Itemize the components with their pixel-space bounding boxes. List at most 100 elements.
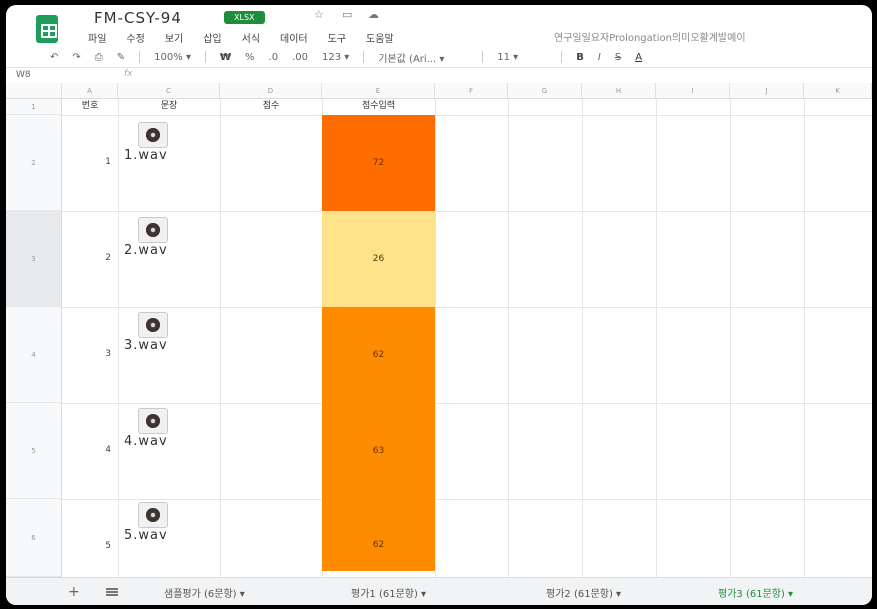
- toolbar-divider: [139, 51, 141, 63]
- sheet-list-icon[interactable]: [106, 588, 118, 596]
- gridline: [62, 211, 872, 212]
- row-header-6[interactable]: 6: [6, 499, 62, 577]
- number-cell[interactable]: 2: [62, 253, 114, 263]
- column-header-j[interactable]: J: [730, 83, 804, 99]
- audio-file-icon[interactable]: [138, 408, 168, 434]
- font-size-label: 11: [497, 51, 510, 63]
- row-header-3[interactable]: 3: [6, 211, 62, 307]
- column-header-d[interactable]: D: [220, 83, 322, 99]
- spreadsheet-window: FM-CSY-94 XLSX ☆ ▭ ☁ 파일 수정 보기 삽입 서식 데이터 …: [6, 5, 872, 605]
- score-cell[interactable]: 26: [322, 211, 435, 307]
- formula-fx-icon: fx: [124, 69, 133, 79]
- toolbar: ↶ ↷ ⎙ ✎ 100% ▾ ₩ % .0 .00 123 ▾ 기본값 (Ari…: [50, 47, 872, 67]
- toolbar-divider: [204, 51, 206, 63]
- row-header-2[interactable]: 2: [6, 115, 62, 211]
- select-all-corner[interactable]: [6, 83, 62, 99]
- header-cell-score[interactable]: 점수: [220, 99, 322, 115]
- audio-file-label[interactable]: 4.wav: [124, 434, 168, 449]
- audio-file-icon[interactable]: [138, 217, 168, 243]
- gridline: [435, 99, 436, 577]
- text-color-button[interactable]: A: [635, 52, 642, 63]
- number-cell[interactable]: 5: [62, 541, 114, 551]
- number-cell[interactable]: 3: [62, 349, 114, 359]
- header-cell-sentence[interactable]: 문장: [118, 99, 220, 115]
- move-icon[interactable]: ▭: [342, 8, 352, 21]
- zoom-select[interactable]: 100% ▾: [154, 52, 191, 63]
- number-format-select[interactable]: 123 ▾: [322, 52, 349, 63]
- add-sheet-icon[interactable]: +: [68, 584, 80, 600]
- gridline: [220, 99, 221, 577]
- audio-file-icon[interactable]: [138, 122, 168, 148]
- header-cell-score-input[interactable]: 점수입력: [322, 99, 435, 115]
- column-header-f[interactable]: F: [435, 83, 508, 99]
- paint-format-icon[interactable]: ✎: [117, 52, 125, 63]
- row-header-4[interactable]: 4: [6, 307, 62, 403]
- file-format-badge: XLSX: [224, 11, 265, 24]
- column-header-a[interactable]: A: [62, 83, 118, 99]
- column-header-g[interactable]: G: [508, 83, 582, 99]
- print-icon[interactable]: ⎙: [95, 52, 103, 63]
- gridline: [730, 99, 731, 577]
- cell-reference-box[interactable]: W8: [16, 70, 31, 80]
- menu-data[interactable]: 데이터: [280, 30, 308, 45]
- menu-view[interactable]: 보기: [165, 30, 183, 45]
- gridline: [62, 403, 872, 404]
- sheets-logo-icon[interactable]: [36, 15, 58, 43]
- toolbar-divider: [561, 51, 563, 63]
- menu-help[interactable]: 도움말: [366, 30, 394, 45]
- decrease-decimal-button[interactable]: .0: [269, 52, 279, 63]
- column-header-i[interactable]: I: [656, 83, 730, 99]
- strikethrough-button[interactable]: S: [615, 52, 621, 63]
- currency-format-button[interactable]: ₩: [220, 52, 231, 63]
- column-header-k[interactable]: K: [804, 83, 872, 99]
- italic-button[interactable]: I: [598, 52, 601, 63]
- menu-insert[interactable]: 삽입: [203, 30, 221, 45]
- sheet-tab-eval2[interactable]: 평가2 (61문항) ▾: [546, 585, 621, 600]
- last-edit-info[interactable]: 연구일일요자Prolongation의미오활계발예이: [554, 29, 870, 44]
- menu-tools[interactable]: 도구: [328, 30, 346, 45]
- audio-file-label[interactable]: 3.wav: [124, 338, 168, 353]
- gridline: [62, 115, 872, 116]
- font-select[interactable]: 기본값 (Ari... ▾: [378, 50, 468, 65]
- audio-file-icon[interactable]: [138, 502, 168, 528]
- sheet-tab-label: 평가2 (61문항): [546, 589, 613, 600]
- score-cell[interactable]: 72: [322, 115, 435, 211]
- sheet-tab-label: 평가1 (61문항): [351, 589, 418, 600]
- sheet-tab-eval3[interactable]: 평가3 (61문항) ▾: [718, 585, 793, 600]
- score-cell[interactable]: 63: [322, 403, 435, 499]
- sheet-tab-sample[interactable]: 샘플평가 (6문항) ▾: [164, 585, 245, 600]
- document-title[interactable]: FM-CSY-94: [94, 9, 182, 27]
- percent-format-button[interactable]: %: [245, 52, 255, 63]
- sheet-tab-bar: + 샘플평가 (6문항) ▾ 평가1 (61문항) ▾ 평가2 (61문항) ▾…: [6, 577, 872, 605]
- audio-file-label[interactable]: 5.wav: [124, 528, 168, 543]
- score-cell[interactable]: 62: [322, 499, 435, 571]
- number-cell[interactable]: 1: [62, 157, 114, 167]
- row-header-1[interactable]: 1: [6, 99, 62, 115]
- column-header-e[interactable]: E: [322, 83, 435, 99]
- audio-file-label[interactable]: 1.wav: [124, 148, 168, 163]
- font-label: 기본값 (Ari...: [378, 53, 437, 65]
- header-cell-number[interactable]: 번호: [62, 99, 118, 115]
- font-size-select[interactable]: 11 ▾: [497, 52, 547, 63]
- audio-file-label[interactable]: 2.wav: [124, 243, 168, 258]
- gridline: [656, 99, 657, 577]
- row-header-5[interactable]: 5: [6, 403, 62, 499]
- menu-format[interactable]: 서식: [242, 30, 260, 45]
- bold-button[interactable]: B: [576, 52, 584, 63]
- score-cell[interactable]: 62: [322, 307, 435, 403]
- increase-decimal-button[interactable]: .00: [292, 52, 308, 63]
- column-header-c[interactable]: C: [118, 83, 220, 99]
- undo-icon[interactable]: ↶: [50, 52, 58, 63]
- menu-file[interactable]: 파일: [88, 30, 106, 45]
- gridline: [62, 307, 872, 308]
- audio-file-icon[interactable]: [138, 312, 168, 338]
- sheet-tab-eval1[interactable]: 평가1 (61문항) ▾: [351, 585, 426, 600]
- column-header-h[interactable]: H: [582, 83, 656, 99]
- number-cell[interactable]: 4: [62, 445, 114, 455]
- star-icon[interactable]: ☆: [314, 8, 324, 21]
- menu-bar: 파일 수정 보기 삽입 서식 데이터 도구 도움말: [88, 30, 394, 45]
- gridline: [118, 99, 119, 577]
- redo-icon[interactable]: ↷: [72, 52, 80, 63]
- cloud-icon[interactable]: ☁: [368, 8, 379, 21]
- menu-edit[interactable]: 수정: [126, 30, 144, 45]
